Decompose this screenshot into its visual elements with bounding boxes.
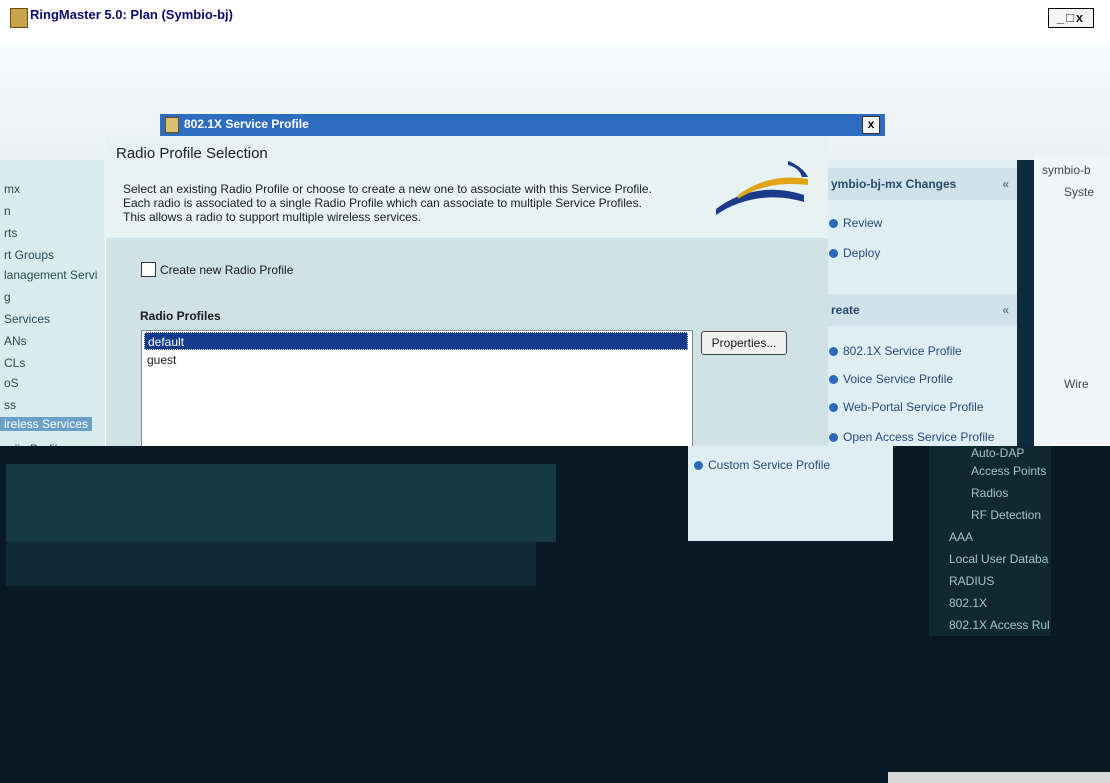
tree-item-vlans[interactable]: ANs — [4, 334, 27, 348]
dialog-close-button[interactable]: x — [862, 116, 880, 134]
task-link-8021x-service-profile[interactable]: 802.1X Service Profile — [829, 344, 962, 358]
tree-node-radios[interactable]: Radios — [971, 486, 1008, 500]
dialog-heading: Radio Profile Selection — [116, 145, 268, 162]
changes-header-label: ymbio-bj-mx Changes — [831, 177, 957, 191]
list-item-default[interactable]: default — [144, 332, 688, 350]
create-section-header[interactable]: reate « — [827, 294, 1017, 326]
tree-node-8021x[interactable]: 802.1X — [949, 596, 987, 610]
tree-node-local-user-database[interactable]: Local User Databa — [949, 552, 1048, 566]
description-line: Select an existing Radio Profile or choo… — [123, 182, 652, 196]
right-config-tree-lower: Auto-DAP Access Points Radios RF Detecti… — [929, 446, 1051, 636]
tree-node-rf-detection[interactable]: RF Detection — [971, 508, 1041, 522]
task-link-open-access-service-profile[interactable]: Open Access Service Profile — [829, 430, 994, 444]
custom-profile-area: Custom Service Profile — [688, 446, 893, 541]
description-line: Each radio is associated to a single Rad… — [123, 196, 642, 210]
tree-item-mx[interactable]: mx — [4, 182, 20, 196]
bullet-icon — [829, 433, 838, 442]
task-link-custom-service-profile[interactable]: Custom Service Profile — [694, 458, 830, 472]
tree-node-symbio[interactable]: symbio-b — [1042, 163, 1091, 177]
right-config-tree: symbio-b Syste Wire — [1034, 155, 1110, 445]
tree-item-rts[interactable]: rts — [4, 226, 17, 240]
tree-item-acls[interactable]: CLs — [4, 356, 25, 370]
bullet-icon — [829, 219, 838, 228]
bullet-icon — [829, 249, 838, 258]
create-new-radio-profile-label: Create new Radio Profile — [160, 263, 294, 277]
tree-item-management-services[interactable]: lanagement Servi — [4, 268, 97, 282]
tasks-panel: ymbio-bj-mx Changes « Review Deploy reat… — [827, 160, 1017, 450]
create-header-label: reate — [831, 303, 860, 317]
description-line: This allows a radio to support multiple … — [123, 210, 422, 224]
list-item-guest[interactable]: guest — [144, 351, 688, 369]
dialog-title: 802.1X Service Profile — [184, 117, 309, 131]
lower-panel — [6, 464, 556, 542]
tree-item-g[interactable]: g — [4, 290, 11, 304]
task-link-review[interactable]: Review — [829, 216, 882, 230]
collapse-chevron-icon[interactable]: « — [1002, 294, 1009, 326]
tree-item-ss[interactable]: ss — [4, 398, 16, 412]
tree-item-port-groups[interactable]: rt Groups — [4, 248, 54, 262]
tree-node-auto-dap[interactable]: Auto-DAP — [971, 446, 1024, 460]
window-controls[interactable]: _□x — [1048, 8, 1094, 28]
trapeze-logo-icon — [716, 161, 808, 215]
tree-node-system[interactable]: Syste — [1064, 185, 1094, 199]
tree-item-qos[interactable]: oS — [4, 376, 19, 390]
tree-item-n[interactable]: n — [4, 204, 11, 218]
bullet-icon — [829, 375, 838, 384]
task-link-web-portal-service-profile[interactable]: Web-Portal Service Profile — [829, 400, 984, 414]
tree-node-access-points[interactable]: Access Points — [971, 464, 1046, 478]
tree-node-radius[interactable]: RADIUS — [949, 574, 994, 588]
tree-node-aaa[interactable]: AAA — [949, 530, 973, 544]
bullet-icon — [694, 461, 703, 470]
task-link-deploy[interactable]: Deploy — [829, 246, 880, 260]
dialog-description: Select an existing Radio Profile or choo… — [123, 182, 713, 224]
main-window-title: RingMaster 5.0: Plan (Symbio-bj) — [30, 7, 233, 22]
bullet-icon — [829, 347, 838, 356]
dialog-app-icon — [165, 117, 179, 133]
changes-section-header[interactable]: ymbio-bj-mx Changes « — [827, 168, 1017, 200]
collapse-chevron-icon[interactable]: « — [1002, 168, 1009, 200]
tree-node-wireless[interactable]: Wire — [1064, 377, 1089, 391]
lower-panel-secondary — [6, 542, 536, 586]
properties-button[interactable]: Properties... — [701, 331, 787, 355]
create-new-radio-profile-checkbox[interactable] — [141, 262, 156, 277]
tree-item-services[interactable]: Services — [4, 312, 50, 326]
radio-profiles-label: Radio Profiles — [140, 309, 221, 323]
app-icon — [10, 8, 28, 28]
status-bar-fragment — [888, 772, 1110, 783]
panel-splitter[interactable] — [1017, 160, 1034, 450]
task-link-voice-service-profile[interactable]: Voice Service Profile — [829, 372, 953, 386]
bullet-icon — [829, 403, 838, 412]
left-nav-tree: mx n rts rt Groups lanagement Servi g Se… — [0, 160, 105, 460]
tree-node-8021x-access-rules[interactable]: 802.1X Access Rul — [949, 618, 1050, 632]
tree-item-wireless-services[interactable]: ireless Services — [0, 417, 93, 431]
